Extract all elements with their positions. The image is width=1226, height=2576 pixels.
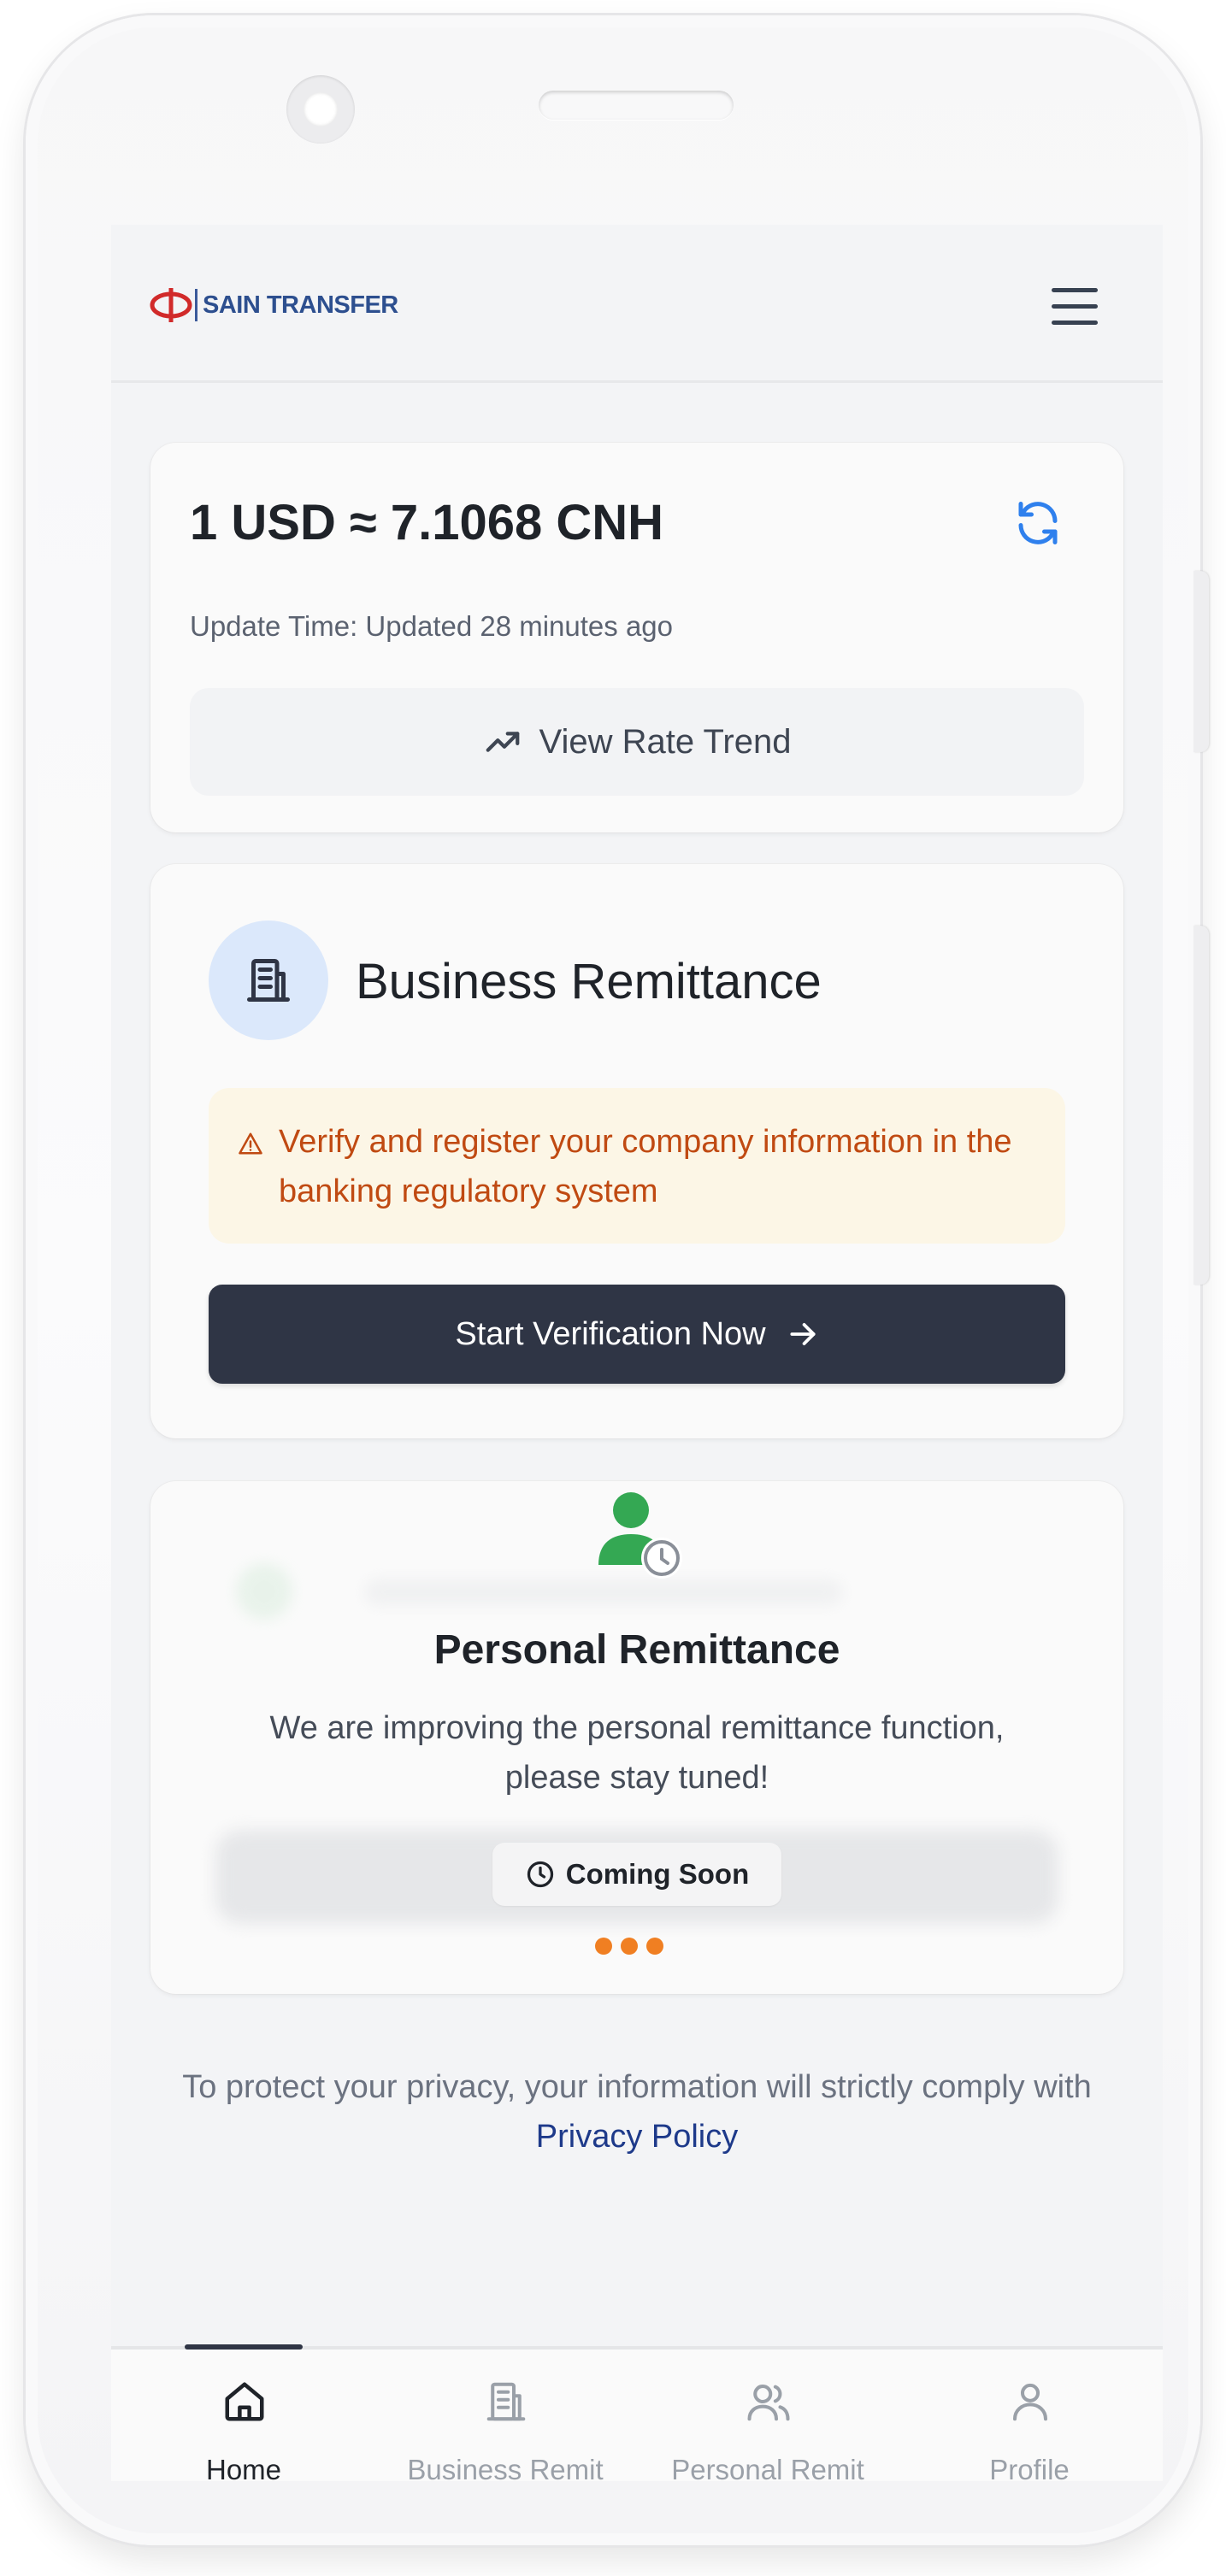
phone-side-button bbox=[1194, 926, 1209, 1285]
nav-label-home: Home bbox=[205, 2454, 282, 2481]
earpiece-speaker bbox=[539, 91, 734, 120]
nav-tab-home[interactable]: Home bbox=[115, 2350, 372, 2481]
loading-dots bbox=[595, 1938, 681, 1956]
nav-tab-business-remit[interactable]: Business Remit bbox=[377, 2350, 634, 2481]
exchange-rate-card: 1 USD ≈ 7.1068 CNH Update Time: Updated … bbox=[150, 443, 1123, 832]
business-remittance-card: Business Remittance Verify and register … bbox=[150, 864, 1123, 1438]
personal-remittance-card: Personal Remittance We are improving the… bbox=[150, 1481, 1123, 1994]
privacy-policy-link[interactable]: Privacy Policy bbox=[536, 2119, 739, 2155]
privacy-notice: To protect your privacy, your informatio… bbox=[180, 2062, 1094, 2161]
coming-soon-badge: Coming Soon bbox=[492, 1843, 781, 1906]
app-header: SAIN TRANSFER bbox=[111, 225, 1163, 383]
brand-logo[interactable]: SAIN TRANSFER bbox=[149, 286, 398, 324]
logo-text: SAIN TRANSFER bbox=[203, 291, 398, 319]
nav-tab-profile[interactable]: Profile bbox=[901, 2350, 1158, 2481]
personal-remittance-description: We are improving the personal remittance… bbox=[269, 1710, 1005, 1796]
home-icon bbox=[225, 2382, 264, 2421]
refresh-icon[interactable] bbox=[1012, 497, 1064, 549]
user-clock-icon bbox=[598, 1492, 682, 1579]
warning-triangle-icon bbox=[239, 1132, 262, 1155]
rate-update-time: Update Time: Updated 28 minutes ago bbox=[190, 610, 674, 642]
building-icon bbox=[247, 959, 290, 1002]
nav-label-business-remit: Business Remit bbox=[407, 2454, 604, 2481]
start-verification-label: Start Verification Now bbox=[455, 1315, 766, 1352]
users-icon bbox=[747, 2384, 790, 2421]
business-remittance-title: Business Remittance bbox=[356, 954, 822, 1009]
view-rate-trend-button[interactable]: View Rate Trend bbox=[190, 688, 1084, 796]
front-camera bbox=[286, 75, 355, 144]
personal-remittance-title: Personal Remittance bbox=[433, 1627, 840, 1673]
hamburger-menu-icon[interactable] bbox=[1043, 285, 1106, 331]
privacy-text: To protect your privacy, your informatio… bbox=[182, 2069, 1092, 2105]
app-screen: SAIN TRANSFER 1 USD ≈ 7.1068 CNH Update … bbox=[111, 225, 1163, 2481]
nav-label-personal-remit: Personal Remit bbox=[671, 2454, 864, 2481]
business-icon-badge bbox=[209, 920, 328, 1040]
logo-separator bbox=[195, 289, 197, 321]
clock-icon bbox=[527, 1861, 553, 1888]
sain-logo-icon bbox=[149, 286, 193, 324]
trending-up-icon bbox=[486, 732, 519, 752]
nav-tab-personal-remit[interactable]: Personal Remit bbox=[640, 2350, 896, 2481]
exchange-rate-value: 1 USD ≈ 7.1068 CNH bbox=[190, 495, 664, 550]
arrow-right-icon bbox=[790, 1323, 816, 1345]
phone-side-button bbox=[1194, 571, 1209, 752]
blurred-placeholder-row bbox=[236, 1563, 852, 1620]
user-icon bbox=[1012, 2383, 1048, 2421]
verification-warning: Verify and register your company informa… bbox=[209, 1088, 1065, 1244]
warning-text: Verify and register your company informa… bbox=[279, 1124, 1012, 1209]
phone-frame: SAIN TRANSFER 1 USD ≈ 7.1068 CNH Update … bbox=[26, 15, 1209, 2545]
building-icon bbox=[486, 2382, 526, 2421]
bottom-navigation: Home Business Remit Personal Remit Profi… bbox=[111, 2344, 1163, 2481]
coming-soon-label: Coming Soon bbox=[565, 1858, 750, 1890]
nav-label-profile: Profile bbox=[989, 2454, 1070, 2481]
view-rate-trend-label: View Rate Trend bbox=[539, 722, 792, 761]
start-verification-button[interactable]: Start Verification Now bbox=[209, 1285, 1065, 1384]
